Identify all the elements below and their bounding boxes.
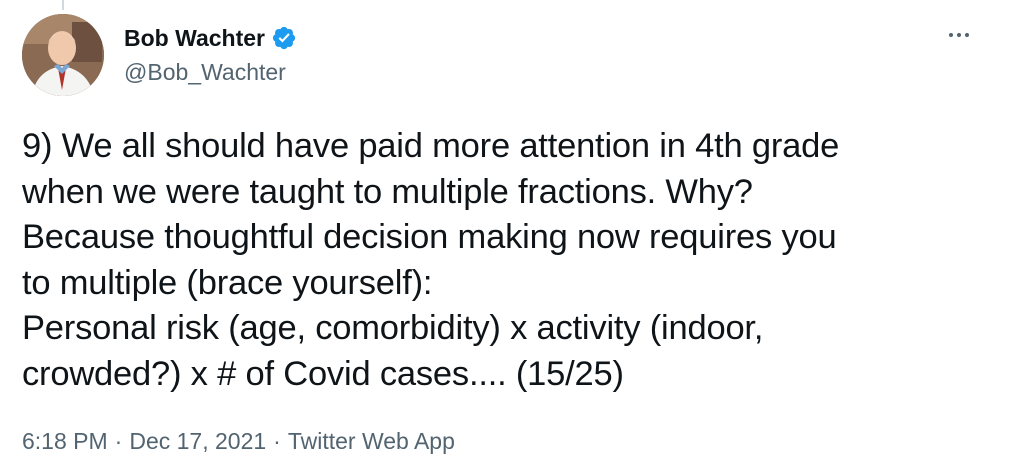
avatar-image: [22, 14, 104, 96]
author-block: Bob Wachter @Bob_Wachter: [124, 24, 297, 86]
verified-badge-icon: [271, 25, 297, 51]
author-handle[interactable]: @Bob_Wachter: [124, 58, 297, 86]
tweet-source[interactable]: Twitter Web App: [288, 426, 455, 456]
author-display-name[interactable]: Bob Wachter: [124, 24, 265, 52]
tweet-date[interactable]: Dec 17, 2021: [129, 426, 266, 456]
meta-separator: ·: [114, 428, 123, 454]
tweet-text: 9) We all should have paid more attentio…: [22, 127, 840, 393]
more-options-icon: [949, 33, 953, 37]
name-row: Bob Wachter: [124, 24, 297, 52]
avatar[interactable]: [22, 14, 104, 96]
more-dot: [957, 33, 961, 37]
tweet-time[interactable]: 6:18 PM: [22, 426, 108, 456]
more-options-button[interactable]: [942, 22, 976, 48]
thread-line: [62, 0, 64, 10]
more-dot: [965, 33, 969, 37]
meta-separator: ·: [273, 428, 281, 454]
tweet-metadata: 6:18 PM · Dec 17, 2021 · Twitter Web App: [22, 426, 455, 456]
tweet-card: Bob Wachter @Bob_Wachter 9) We all shoul…: [0, 0, 1010, 470]
